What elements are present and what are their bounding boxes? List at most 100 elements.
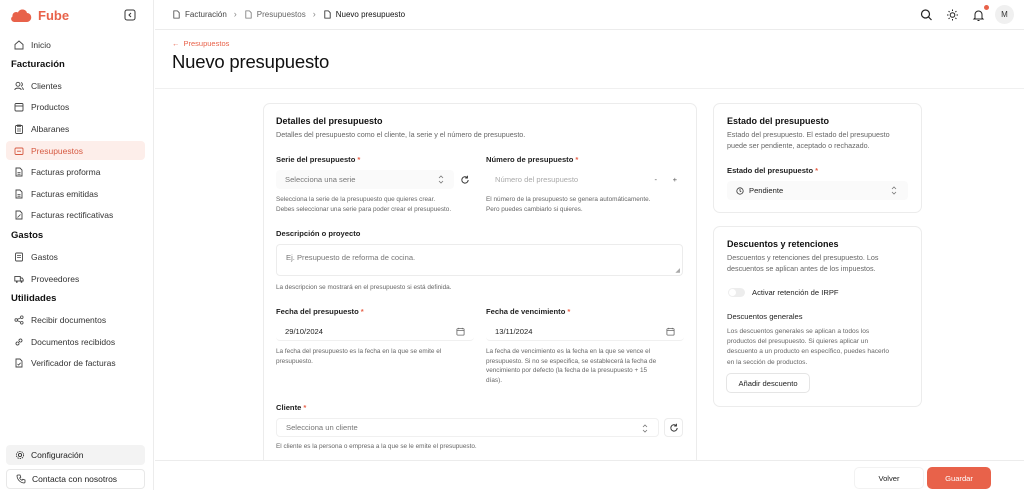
number-help: El número de la presupuesto se genera au… (486, 196, 651, 213)
general-discounts-description: Los descuentos generales se aplican a to… (727, 328, 890, 366)
client-label: Cliente * (276, 403, 307, 412)
back-button[interactable]: Volver (854, 467, 924, 489)
share-icon (14, 315, 24, 325)
series-label: Serie del presupuesto * (276, 155, 361, 164)
decrement-button[interactable]: - (654, 175, 657, 184)
file-icon (244, 9, 253, 19)
due-date-input[interactable]: 13/11/2024 (486, 322, 684, 341)
sidebar-item-label: Facturas emitidas (31, 188, 99, 199)
contact-button[interactable]: Contacta con nosotros (6, 469, 145, 489)
sidebar-item-products[interactable]: Productos (6, 97, 145, 116)
section-billing: Facturación (11, 59, 65, 70)
sidebar-item-label: Facturas rectificativas (31, 209, 114, 220)
discounts-title: Descuentos y retenciones (727, 239, 839, 249)
chevron-right-icon: › (312, 9, 316, 19)
home-icon (14, 39, 24, 50)
search-icon[interactable] (920, 6, 933, 24)
bell-icon[interactable] (972, 6, 985, 24)
sidebar-item-home[interactable]: Inicio (6, 35, 145, 54)
breadcrumb: Facturación › Presupuestos › Nuevo presu… (172, 9, 405, 19)
irpf-toggle-label: Activar retención de IRPF (752, 288, 839, 297)
clipboard-icon (14, 124, 24, 134)
breadcrumb-current: Nuevo presupuesto (335, 9, 406, 19)
arrow-left-icon: ← (172, 39, 180, 48)
description-placeholder: Ej. Presupuesto de reforma de cocina. (286, 253, 416, 262)
refresh-clients-icon[interactable] (664, 418, 683, 437)
cloud-icon (11, 9, 32, 22)
sun-icon[interactable] (946, 6, 959, 24)
link-icon (14, 337, 24, 347)
general-discounts-title: Descuentos generales (727, 312, 803, 321)
irpf-toggle[interactable] (728, 288, 745, 297)
resize-handle-icon: ◢ (675, 268, 680, 274)
sidebar-item-label: Recibir documentos (31, 314, 107, 325)
discounts-description: Descuentos y retenciones del presupuesto… (727, 253, 879, 273)
sidebar-item-received-documents[interactable]: Documentos recibidos (6, 332, 145, 351)
phone-icon (16, 474, 26, 484)
users-icon (14, 81, 24, 91)
sidebar-item-label: Documentos recibidos (31, 336, 116, 347)
section-expenses: Gastos (11, 230, 44, 241)
sidebar-item-clients[interactable]: Clientes (6, 76, 145, 95)
chevron-updown-icon (438, 175, 444, 186)
collapse-sidebar-icon[interactable] (124, 8, 136, 21)
gear-icon (15, 450, 25, 460)
description-help: La descripcion se mostrará en el presupu… (276, 284, 452, 291)
chevron-right-icon: › (233, 9, 237, 19)
save-button[interactable]: Guardar (927, 467, 991, 489)
calendar-icon (14, 102, 24, 112)
increment-button[interactable]: + (673, 175, 677, 184)
number-input[interactable]: Número del presupuesto - + (486, 170, 684, 189)
date-label: Fecha del presupuesto * (276, 307, 364, 316)
receipt-icon (14, 252, 24, 262)
date-input[interactable]: 29/10/2024 (276, 322, 474, 341)
status-label: Estado del presupuesto * (727, 166, 819, 175)
sidebar-item-invoice-verifier[interactable]: Verificador de facturas (6, 353, 145, 372)
avatar[interactable]: M (995, 5, 1014, 24)
breadcrumb-budgets[interactable]: Presupuestos (257, 10, 306, 19)
check-document-icon (14, 358, 24, 368)
sidebar-item-label: Inicio (31, 39, 51, 50)
add-discount-button[interactable]: Añadir descuento (726, 373, 810, 393)
sidebar-item-receive-documents[interactable]: Recibir documentos (6, 310, 145, 329)
series-placeholder: Selecciona una serie (285, 175, 356, 184)
truck-icon (14, 274, 24, 284)
section-utilities: Utilidades (11, 293, 57, 304)
sidebar-item-issued-invoices[interactable]: Facturas emitidas (6, 184, 145, 203)
sidebar-item-label: Proveedores (31, 273, 80, 284)
status-select[interactable]: Pendiente (727, 181, 908, 200)
client-placeholder: Selecciona un cliente (286, 423, 358, 432)
calendar-icon (666, 327, 675, 338)
sidebar-item-expenses[interactable]: Gastos (6, 247, 145, 266)
description-textarea[interactable]: Ej. Presupuesto de reforma de cocina. ◢ (276, 244, 683, 276)
sidebar-item-label: Facturas proforma (31, 166, 101, 177)
file-icon (323, 9, 332, 19)
back-link-label: Presupuestos (183, 39, 230, 48)
date-value: 29/10/2024 (285, 326, 324, 336)
sidebar-item-delivery-notes[interactable]: Albaranes (6, 119, 145, 138)
number-placeholder: Número del presupuesto (495, 175, 579, 184)
sidebar-item-label: Gastos (31, 251, 58, 262)
settings-label: Configuración (31, 450, 84, 460)
sidebar-item-proforma[interactable]: Facturas proforma (6, 162, 145, 181)
app-logo[interactable]: Fube (10, 6, 69, 24)
notification-badge (984, 5, 989, 10)
sidebar-item-budgets[interactable]: Presupuestos (6, 141, 145, 160)
due-date-help: La fecha de vencimiento es la fecha en l… (486, 348, 657, 384)
date-help: La fecha del presupuesto es la fecha en … (276, 348, 442, 365)
sidebar-item-label: Presupuestos (31, 145, 83, 156)
number-label: Número de presupuesto * (486, 155, 579, 164)
calendar-icon (456, 327, 465, 338)
client-select[interactable]: Selecciona un cliente (276, 418, 659, 437)
back-link[interactable]: ← Presupuestos (172, 39, 229, 48)
sidebar-item-suppliers[interactable]: Proveedores (6, 269, 145, 288)
settings-button[interactable]: Configuración (6, 445, 145, 465)
file-edit-icon (14, 210, 24, 220)
series-select[interactable]: Selecciona una serie (276, 170, 454, 189)
breadcrumb-billing[interactable]: Facturación (185, 10, 227, 19)
budget-icon (14, 146, 24, 156)
sidebar-item-corrective-invoices[interactable]: Facturas rectificativas (6, 205, 145, 224)
refresh-icon[interactable] (456, 170, 473, 189)
sidebar-item-label: Albaranes (31, 123, 70, 134)
client-help: El cliente es la persona o empresa a la … (276, 443, 477, 450)
